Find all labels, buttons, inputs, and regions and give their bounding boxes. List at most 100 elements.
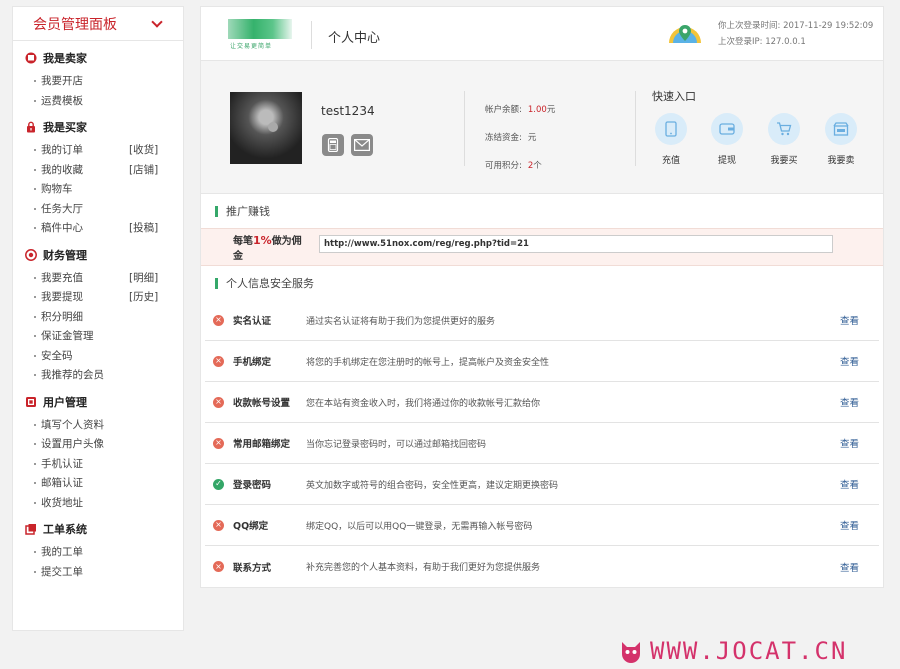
sidebar-item-open-shop[interactable]: 我要开店 xyxy=(25,71,183,91)
sidebar-section-ticket: 工单系统 我的工单 提交工单 xyxy=(13,520,183,581)
sidebar-item-withdraw[interactable]: 我要提现 [历史] xyxy=(25,287,183,307)
sidebar-item-label: 保证金管理 xyxy=(41,330,94,343)
quick-sell-button[interactable]: 我要卖 xyxy=(821,113,861,166)
sidebar-item-label: 积分明细 xyxy=(41,310,83,323)
security-item-name: 手机绑定 xyxy=(233,357,272,368)
last-login-time: 你上次登录时间: 2017-11-29 19:52:09 xyxy=(718,21,874,31)
avatar[interactable] xyxy=(230,92,302,164)
quick-withdraw-button[interactable]: 提现 xyxy=(707,113,747,166)
sidebar-item-extra-link[interactable]: [收货] xyxy=(129,142,158,157)
page-title: 个人中心 xyxy=(328,31,381,46)
coin-icon xyxy=(25,248,37,261)
sidebar-item-shipping-template[interactable]: 运费模板 xyxy=(25,91,183,111)
sidebar-item-extra-link[interactable]: [历史] xyxy=(129,289,158,304)
user-card-icon xyxy=(25,396,37,408)
quick-recharge-button[interactable]: 充值 xyxy=(651,113,691,166)
ticket-icon xyxy=(25,523,37,535)
security-item-name: 联系方式 xyxy=(233,562,272,574)
sidebar-item-my-orders[interactable]: 我的订单 [收货] xyxy=(25,140,183,160)
view-link[interactable]: 查看 xyxy=(840,518,859,532)
referral-box: 每笔1%做为佣金 http://www.51nox.com/reg/reg.ph… xyxy=(201,228,883,266)
sidebar-item-my-tickets[interactable]: 我的工单 xyxy=(25,542,183,562)
quick-entry-label: 充值 xyxy=(661,156,680,166)
sidebar-item-submit-ticket[interactable]: 提交工单 xyxy=(25,562,183,582)
sidebar-header[interactable]: 会员管理面板 xyxy=(13,7,183,41)
sidebar-item-deposit[interactable]: 保证金管理 xyxy=(25,326,183,346)
sidebar: 会员管理面板 我是卖家 我要开店 运费模板 我是买家 我的订单 [收货] 我的收藏… xyxy=(12,6,184,631)
view-link[interactable]: 查看 xyxy=(840,560,859,574)
view-link[interactable]: 查看 xyxy=(840,313,859,327)
site-logo[interactable]: 让交易更简单 xyxy=(222,19,296,50)
security-row: × 实名认证 通过实名认证将有助于我们为您提供更好的服务 查看 xyxy=(205,300,879,341)
security-item-name: QQ绑定 xyxy=(233,521,269,532)
cross-circle-icon: × xyxy=(213,355,224,367)
sidebar-section-buyer: 我是买家 我的订单 [收货] 我的收藏 [店铺] 购物车 任务大厅 稿件中心 [投稿] xyxy=(13,118,183,238)
sidebar-item-label: 运费模板 xyxy=(41,94,83,107)
security-row: × QQ绑定 绑定QQ，以后可以用QQ一键登录，无需再输入帐号密码 查看 xyxy=(205,505,879,546)
sidebar-item-task-hall[interactable]: 任务大厅 xyxy=(25,199,183,219)
cross-circle-icon: × xyxy=(213,561,224,572)
login-info: 你上次登录时间: 2017-11-29 19:52:09 上次登录IP: 127… xyxy=(718,18,873,50)
sidebar-item-manuscript-center[interactable]: 稿件中心 [投稿] xyxy=(25,218,183,238)
security-row: × 常用邮箱绑定 当你忘记登录密码时，可以通过邮箱找回密码 查看 xyxy=(205,423,879,464)
username: test1234 xyxy=(321,104,375,118)
sidebar-item-phone-verify[interactable]: 手机认证 xyxy=(25,454,183,474)
section-title: 我是买家 xyxy=(43,121,87,134)
sidebar-item-label: 我的订单 xyxy=(41,144,83,157)
section-title: 个人信息安全服务 xyxy=(226,277,314,290)
cross-circle-icon: × xyxy=(213,437,224,449)
sidebar-item-email-verify[interactable]: 邮箱认证 xyxy=(25,473,183,493)
promotion-card: 推广赚钱 每笔1%做为佣金 http://www.51nox.com/reg/r… xyxy=(200,194,884,588)
quick-entry-label: 提现 xyxy=(717,156,736,166)
sidebar-item-label: 购物车 xyxy=(41,183,73,196)
security-list: × 实名认证 通过实名认证将有助于我们为您提供更好的服务 查看 × 手机绑定 将您的手机绑定… xyxy=(201,300,883,587)
balance-unit: 元 xyxy=(546,105,556,115)
shop-sell-icon xyxy=(825,113,857,145)
sidebar-item-profile-info[interactable]: 填写个人资料 xyxy=(25,415,183,435)
chevron-down-icon[interactable] xyxy=(151,15,163,28)
section-title: 财务管理 xyxy=(43,248,87,262)
sidebar-item-set-avatar[interactable]: 设置用户头像 xyxy=(25,434,183,454)
sidebar-item-extra-link[interactable]: [投稿] xyxy=(129,220,158,235)
sidebar-item-recharge[interactable]: 我要充值 [明细] xyxy=(25,268,183,288)
section-title: 用户管理 xyxy=(43,395,87,409)
section-header: 个人信息安全服务 xyxy=(201,266,883,300)
referral-url-field[interactable]: http://www.51nox.com/reg/reg.php?tid=21 xyxy=(319,235,833,253)
wallet-icon xyxy=(711,113,743,145)
quick-buy-button[interactable]: 我要买 xyxy=(764,113,804,166)
security-item-desc: 将您的手机绑定在您注册时的帐号上，提高帐户及资金安全性 xyxy=(306,357,550,368)
sidebar-item-extra-link[interactable]: [店铺] xyxy=(129,162,158,177)
sidebar-item-label: 我要充值 xyxy=(41,271,83,284)
points-unit: 个 xyxy=(533,161,542,171)
sidebar-item-shipping-address[interactable]: 收货地址 xyxy=(25,493,183,513)
sidebar-item-security-code[interactable]: 安全码 xyxy=(25,346,183,366)
sidebar-item-referrals[interactable]: 我推荐的会员 xyxy=(25,365,183,385)
security-item-desc: 英文加数字或符号的组合密码，安全性更高，建议定期更换密码 xyxy=(306,480,559,491)
sidebar-item-label: 手机认证 xyxy=(41,457,83,470)
sidebar-item-extra-link[interactable]: [明细] xyxy=(129,270,158,285)
section-title: 工单系统 xyxy=(43,523,87,536)
frozen-row: 冻结资金: 元 xyxy=(485,131,536,143)
divider xyxy=(311,21,312,49)
commission-label: 每笔1%做为佣金 xyxy=(233,234,302,262)
divider xyxy=(464,91,465,166)
sidebar-section-seller: 我是卖家 我要开店 运费模板 xyxy=(13,49,183,110)
view-link[interactable]: 查看 xyxy=(840,354,859,368)
check-circle-icon: ✓ xyxy=(213,478,224,490)
sidebar-item-label: 填写个人资料 xyxy=(41,418,104,431)
sidebar-item-points-detail[interactable]: 积分明细 xyxy=(25,307,183,327)
sidebar-title: 会员管理面板 xyxy=(33,16,117,33)
sidebar-item-label: 安全码 xyxy=(41,349,73,362)
view-link[interactable]: 查看 xyxy=(840,395,859,409)
sidebar-item-cart[interactable]: 购物车 xyxy=(25,179,183,199)
view-link[interactable]: 查看 xyxy=(840,477,859,491)
phone-bind-icon[interactable] xyxy=(322,134,344,156)
view-link[interactable]: 查看 xyxy=(840,436,859,450)
sidebar-item-label: 设置用户头像 xyxy=(41,438,104,451)
security-item-desc: 绑定QQ，以后可以用QQ一键登录，无需再输入帐号密码 xyxy=(306,521,533,532)
points-label: 可用积分: xyxy=(485,161,522,171)
email-bind-icon[interactable] xyxy=(351,134,373,156)
sidebar-item-my-favorites[interactable]: 我的收藏 [店铺] xyxy=(25,160,183,180)
security-row: × 收款帐号设置 您在本站有资金收入时，我们将通过你的收款帐号汇款给你 查看 xyxy=(205,382,879,423)
sidebar-item-label: 邮箱认证 xyxy=(41,477,83,490)
